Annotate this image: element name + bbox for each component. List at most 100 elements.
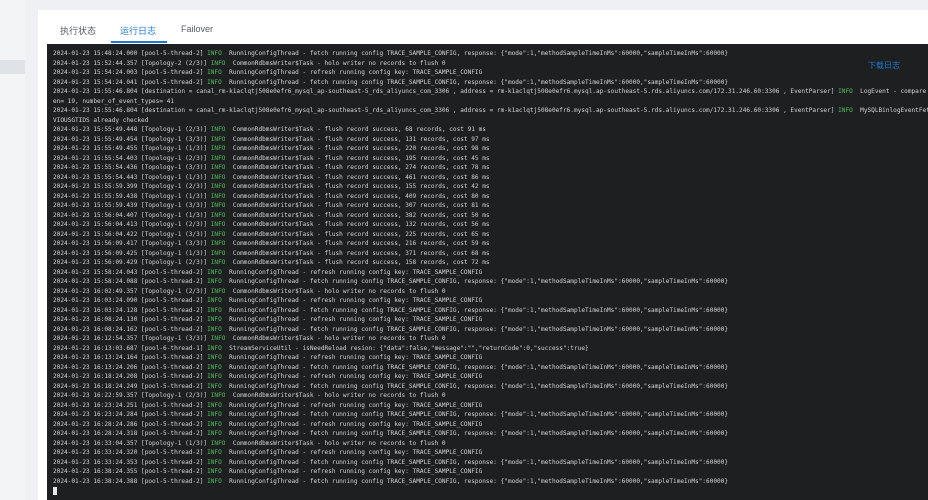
log-line-prefix: 2024-01-23 15:56:09.417 [Topology-1 (3/3…: [53, 240, 211, 247]
log-level: INFO: [207, 354, 222, 361]
log-line-prefix: 2024-01-23 16:02:49.357 [Topology-1 (2/3…: [53, 287, 211, 295]
log-message: RunningConfigThread - fetch running conf…: [221, 278, 729, 285]
log-line: 2024-01-23 15:55:59.399 [Topology-1 (2/3…: [53, 182, 928, 192]
log-line: 2024-01-23 15:55:46.804 [destination = c…: [53, 87, 928, 97]
log-line: 2024-01-23 16:28:24.318 [pool-5-thread-2…: [53, 429, 928, 439]
log-level: INFO: [210, 287, 226, 295]
log-message: RunningConfigThread - fetch running conf…: [221, 363, 729, 371]
log-message: CommonRdbmsWriter$Task - flush record su…: [225, 211, 490, 219]
log-line-prefix: en= 19, number_of_event_types= 41: [53, 97, 175, 105]
log-message: CommonRdbmsWriter$Task - flush record su…: [225, 259, 490, 266]
log-line-prefix: 2024-01-23 16:22:59.357 [Topology-1 (2/3…: [53, 392, 211, 399]
log-level: INFO: [210, 230, 226, 238]
log-line: 2024-01-23 16:03:24.090 [pool-5-thread-2…: [53, 296, 928, 306]
log-line-prefix: 2024-01-23 15:55:59.399 [Topology-1 (2/3…: [53, 183, 211, 190]
log-line: 2024-01-23 16:38:24.388 [pool-5-thread-2…: [53, 477, 928, 487]
log-line: 2024-01-23 16:23:24.251 [pool-5-thread-2…: [53, 401, 928, 411]
log-message: RunningConfigThread - refresh running co…: [221, 373, 483, 380]
log-line: 2024-01-23 16:33:04.357 [Topology-1 (1/3…: [53, 439, 928, 449]
log-level: INFO: [210, 59, 226, 67]
tab-run-log[interactable]: 运行日志: [120, 24, 156, 37]
log-line-prefix: 2024-01-23 15:48:24.000 [pool-5-thread-2…: [53, 50, 208, 57]
log-line: 2024-01-23 15:58:24.043 [pool-5-thread-2…: [53, 268, 928, 278]
log-message: CommonRdbmsWriter$Task - holo writer no …: [225, 287, 446, 295]
log-level: INFO: [207, 449, 222, 456]
log-line-prefix: 2024-01-23 16:33:24.353 [pool-5-thread-2…: [53, 458, 208, 466]
log-line: 2024-01-23 15:56:09.429 [Topology-1 (2/3…: [53, 258, 928, 268]
log-line-prefix: 2024-01-23 15:54:24.041 [pool-5-thread-2…: [53, 78, 208, 86]
log-line-prefix: 2024-01-23 16:03:24.128 [pool-5-thread-2…: [53, 306, 208, 314]
log-line: 2024-01-23 16:13:24.164 [pool-5-thread-2…: [53, 353, 928, 363]
log-line-prefix: 2024-01-23 15:55:49.448 [Topology-1 (2/3…: [53, 126, 211, 133]
log-level: INFO: [210, 183, 226, 190]
log-message: RunningConfigThread - fetch running conf…: [221, 458, 729, 466]
log-message: MySQLBinlogEventFetcher - fetch PRE: [860, 107, 928, 114]
log-level: INFO: [207, 78, 222, 86]
log-level: INFO: [210, 221, 226, 228]
log-message: CommonRdbmsWriter$Task - flush record su…: [225, 240, 490, 247]
tab-bar: 执行状态 运行日志 Failover: [38, 10, 928, 44]
log-message: RunningConfigThread - refresh running co…: [221, 297, 483, 304]
log-line-prefix: 2024-01-23 15:55:59.439 [Topology-1 (3/3…: [53, 202, 211, 209]
log-line: 2024-01-23 15:55:59.439 [Topology-1 (3/3…: [53, 201, 928, 211]
log-level: INFO: [210, 211, 226, 219]
log-line-prefix: 2024-01-23 15:55:46.804 [destination = c…: [53, 88, 839, 95]
log-line: 2024-01-23 15:55:49.454 [Topology-1 (3/3…: [53, 135, 928, 145]
log-console[interactable]: 2024-01-23 15:48:24.000 [pool-5-thread-2…: [47, 44, 928, 500]
log-message: RunningConfigThread - refresh running co…: [221, 420, 483, 428]
log-line-prefix: 2024-01-23 16:28:24.286 [pool-5-thread-2…: [53, 420, 208, 428]
log-line: 2024-01-23 15:55:59.438 [Topology-1 (1/3…: [53, 192, 928, 202]
log-message: RunningConfigThread - fetch running conf…: [221, 382, 729, 390]
log-level: INFO: [207, 268, 222, 276]
log-line: 2024-01-23 15:54:24.041 [pool-5-thread-2…: [53, 78, 928, 88]
log-line: 2024-01-23 15:55:54.403 [Topology-1 (2/3…: [53, 154, 928, 164]
log-line-prefix: 2024-01-23 15:58:24.043 [pool-5-thread-2…: [53, 268, 208, 276]
log-line-prefix: 2024-01-23 15:56:04.422 [Topology-1 (3/3…: [53, 230, 211, 238]
log-line-prefix: 2024-01-23 16:08:24.130 [pool-5-thread-2…: [53, 316, 208, 323]
log-line-prefix: 2024-01-23 15:56:09.425 [Topology-1 (1/3…: [53, 249, 211, 257]
log-line-prefix: 2024-01-23 16:38:24.388 [pool-5-thread-2…: [53, 477, 208, 485]
tab-failover[interactable]: Failover: [181, 24, 213, 34]
log-line-prefix: 2024-01-23 16:12:54.357 [Topology-1 (3/3…: [53, 335, 211, 342]
log-level: INFO: [207, 420, 222, 428]
log-message: CommonRdbmsWriter$Task - flush record su…: [225, 154, 490, 162]
log-line-prefix: 2024-01-23 16:13:24.164 [pool-5-thread-2…: [53, 354, 208, 361]
log-line: 2024-01-23 15:55:49.448 [Topology-1 (2/3…: [53, 125, 928, 135]
log-line: 2024-01-23 16:12:54.357 [Topology-1 (3/3…: [53, 334, 928, 344]
log-level: INFO: [207, 50, 222, 57]
log-line-prefix: 2024-01-23 15:54:24.003 [pool-5-thread-2…: [53, 69, 208, 76]
download-log-link[interactable]: 下载日志: [868, 60, 900, 71]
log-level: INFO: [210, 202, 226, 209]
log-message: CommonRdbmsWriter$Task - flush record su…: [225, 126, 486, 133]
log-level: INFO: [210, 249, 226, 257]
log-level: INFO: [207, 278, 222, 285]
log-line-prefix: 2024-01-23 15:55:54.403 [Topology-1 (2/3…: [53, 154, 211, 162]
log-message: CommonRdbmsWriter$Task - flush record su…: [225, 221, 490, 228]
log-level: INFO: [207, 458, 222, 466]
log-message: RunningConfigThread - refresh running co…: [221, 401, 483, 409]
log-message: CommonRdbmsWriter$Task - flush record su…: [225, 249, 490, 257]
log-line: en= 19, number_of_event_types= 41: [53, 97, 928, 107]
log-line: 2024-01-23 15:56:04.407 [Topology-1 (1/3…: [53, 211, 928, 221]
log-level: INFO: [207, 306, 222, 314]
log-line-prefix: 2024-01-23 16:23:24.251 [pool-5-thread-2…: [53, 401, 208, 409]
log-message: RunningConfigThread - refresh running co…: [221, 268, 483, 276]
log-line: 2024-01-23 16:18:24.249 [pool-5-thread-2…: [53, 382, 928, 392]
log-message: StreamServiceUtil - isNeedReload resion:…: [221, 344, 589, 352]
log-level: INFO: [207, 477, 222, 485]
active-tab-indicator: [111, 41, 167, 43]
log-level: INFO: [210, 154, 226, 162]
log-message: RunningConfigThread - fetch running conf…: [221, 325, 729, 333]
log-message: RunningConfigThread - refresh running co…: [221, 69, 483, 76]
tab-execution-status[interactable]: 执行状态: [60, 24, 96, 37]
log-message: CommonRdbmsWriter$Task - holo writer no …: [225, 59, 446, 67]
log-line: VIOUSGTIDS already checked: [53, 116, 928, 126]
log-message: CommonRdbmsWriter$Task - flush record su…: [225, 202, 490, 209]
log-line-prefix: 2024-01-23 15:58:24.088 [pool-5-thread-2…: [53, 278, 208, 285]
log-line: 2024-01-23 15:55:49.455 [Topology-1 (1/3…: [53, 144, 928, 154]
log-line-prefix: 2024-01-23 15:55:49.454 [Topology-1 (3/3…: [53, 135, 211, 143]
log-message: CommonRdbmsWriter$Task - flush record su…: [225, 164, 490, 171]
sidebar-selected-item[interactable]: [0, 60, 25, 74]
log-level: INFO: [210, 439, 226, 447]
log-line-prefix: 2024-01-23 15:55:49.455 [Topology-1 (1/3…: [53, 145, 211, 152]
